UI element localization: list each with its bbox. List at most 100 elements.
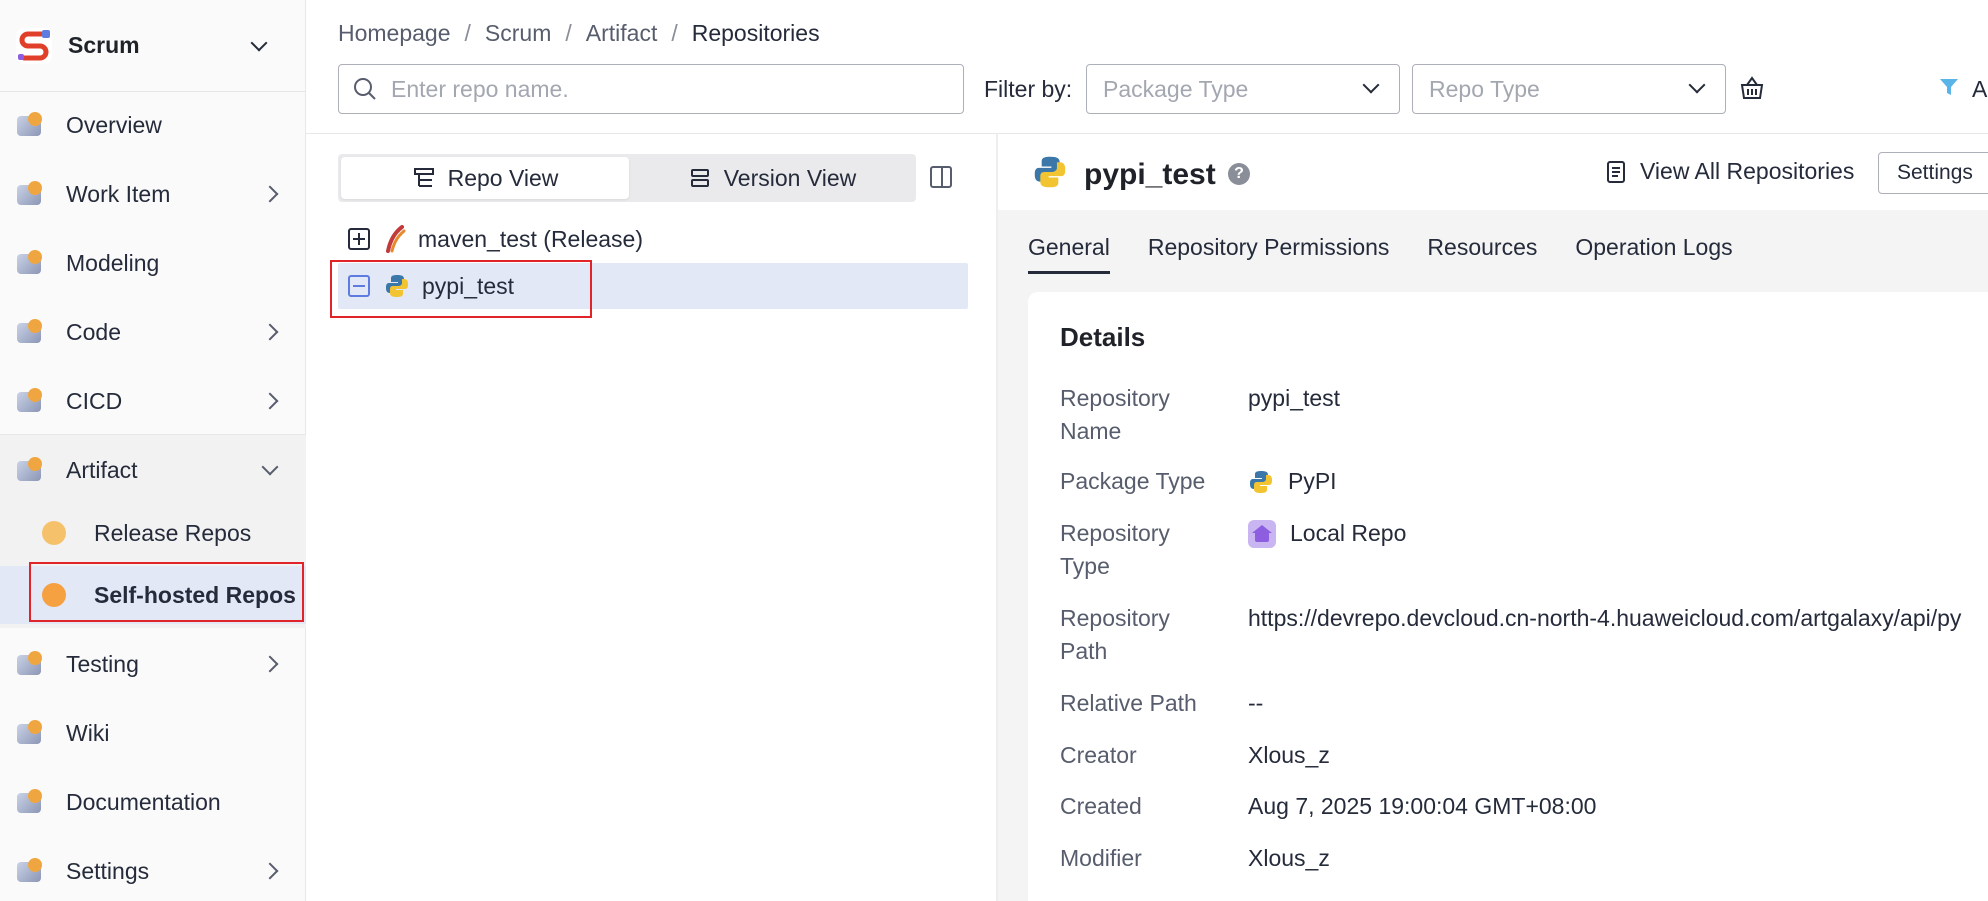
sidebar-subitem-label: Self-hosted Repos (94, 581, 296, 608)
filter-label: Filter by: (984, 76, 1073, 102)
details-title: Details (1060, 322, 1146, 352)
breadcrumb-scrum[interactable]: Scrum (485, 20, 551, 47)
created-label: Created (1060, 793, 1142, 819)
tab-general[interactable]: General (1028, 234, 1110, 274)
project-switcher[interactable]: Scrum (0, 0, 305, 92)
package-type-placeholder: Package Type (1103, 75, 1249, 102)
python-icon (386, 275, 408, 297)
document-icon (1607, 160, 1625, 183)
repository-type-value: Local Repo (1248, 517, 1406, 550)
tab-operation-logs[interactable]: Operation Logs (1575, 234, 1732, 274)
modeling-icon (14, 248, 44, 278)
breadcrumb-repositories: Repositories (691, 20, 820, 46)
chevron-down-icon[interactable] (250, 34, 268, 51)
cicd-icon (14, 386, 44, 416)
repository-name-value: pypi_test (1248, 385, 1341, 411)
filter-funnel-icon[interactable] (1938, 76, 1960, 98)
view-all-repositories-link[interactable]: View All Repositories (1606, 158, 1854, 185)
sidebar-item-artifact[interactable]: Artifact (0, 438, 306, 502)
sidebar-item-label: Settings (66, 857, 150, 884)
label-line: Name (1060, 418, 1122, 444)
settings-button[interactable]: Settings (1878, 152, 1988, 194)
modifier-value: Xlous_z (1248, 845, 1330, 871)
breadcrumb-homepage[interactable]: Homepage (338, 20, 451, 47)
label-line: Path (1060, 638, 1108, 664)
maven-icon (386, 225, 406, 253)
view-toggle: Repo View Version View (338, 154, 916, 202)
sidebar-item-settings[interactable]: Settings (0, 839, 306, 901)
sidebar-item-label: Overview (66, 111, 162, 138)
detail-tabs: General Repository Permissions Resources… (1028, 234, 1733, 274)
repository-path-value[interactable]: https://devrepo.devcloud.cn-north-4.huaw… (1248, 602, 1961, 635)
sidebar-item-label: Modeling (66, 249, 160, 276)
package-type-select[interactable]: Package Type (1086, 64, 1400, 114)
sidebar-item-documentation[interactable]: Documentation (0, 770, 306, 834)
chevron-down-icon (261, 458, 279, 476)
repo-title: pypi_test (1084, 158, 1216, 191)
breadcrumb-artifact[interactable]: Artifact (586, 20, 658, 47)
sidebar-item-testing[interactable]: Testing (0, 632, 306, 696)
repo-view-button[interactable]: Repo View (341, 157, 629, 199)
sidebar-item-label: Documentation (66, 788, 221, 815)
sidebar-item-label: Testing (66, 650, 139, 677)
repo-search-box[interactable] (338, 64, 964, 114)
documentation-icon (14, 787, 44, 817)
sidebar-item-modeling[interactable]: Modeling (0, 231, 306, 295)
sidebar-item-overview[interactable]: Overview (0, 93, 306, 157)
collapse-panel-icon[interactable] (930, 166, 952, 188)
label-line: Repository (1060, 605, 1170, 631)
breadcrumb-separator: / (464, 20, 471, 46)
self-hosted-repos-icon (42, 583, 66, 607)
sidebar-item-work-item[interactable]: Work Item (0, 162, 306, 226)
sidebar-item-wiki[interactable]: Wiki (0, 701, 306, 765)
advanced-filter-label[interactable]: A (1972, 76, 1987, 103)
scrum-logo-icon (16, 27, 52, 64)
sidebar-subitem-release-repos[interactable]: Release Repos (0, 504, 306, 562)
label-line: Repository (1060, 385, 1170, 411)
tab-resources[interactable]: Resources (1427, 234, 1537, 274)
label-line: Repository (1060, 520, 1170, 546)
sidebar-item-label: Artifact (66, 456, 138, 483)
repo-type-select[interactable]: Repo Type (1412, 64, 1726, 114)
tree-row-maven-test[interactable]: maven_test (Release) (338, 216, 968, 262)
settings-icon (14, 856, 44, 886)
label-line: Type (1060, 553, 1110, 579)
repository-type-label: Repository Type (1060, 517, 1210, 583)
chevron-right-icon (261, 392, 279, 410)
release-repos-icon (42, 521, 66, 545)
search-icon (354, 78, 376, 100)
tree-row-pypi-test[interactable]: pypi_test (338, 263, 968, 309)
repo-view-label: Repo View (447, 164, 559, 191)
version-view-button[interactable]: Version View (628, 157, 916, 199)
breadcrumb: Homepage / Scrum / Artifact / Repositori… (338, 20, 820, 47)
sidebar: Scrum Overview Work Item Modeling Code C… (0, 0, 306, 901)
view-all-label: View All Repositories (1640, 158, 1855, 184)
chevron-right-icon (261, 185, 279, 203)
tab-repository-permissions[interactable]: Repository Permissions (1148, 234, 1390, 274)
local-repo-icon (1248, 519, 1276, 548)
code-icon (14, 317, 44, 347)
sidebar-item-label: Work Item (66, 180, 171, 207)
repo-view-icon (413, 168, 434, 187)
collapse-minus-icon[interactable] (348, 275, 370, 297)
chevron-down-icon (1362, 76, 1380, 94)
overview-icon (14, 110, 44, 140)
version-view-icon (690, 169, 709, 187)
wiki-icon (14, 718, 44, 748)
project-name: Scrum (68, 32, 140, 58)
sidebar-item-code[interactable]: Code (0, 300, 306, 364)
relative-path-value: -- (1248, 690, 1264, 716)
repository-path-label: Repository Path (1060, 602, 1210, 668)
sidebar-item-cicd[interactable]: CICD (0, 369, 306, 433)
creator-value: Xlous_z (1248, 742, 1330, 768)
chevron-right-icon (261, 323, 279, 341)
sidebar-subitem-self-hosted-repos[interactable]: Self-hosted Repos (0, 566, 306, 624)
help-icon[interactable]: ? (1228, 163, 1250, 185)
chevron-right-icon (261, 862, 279, 880)
chevron-right-icon (261, 655, 279, 673)
expand-plus-icon[interactable] (348, 228, 370, 250)
repo-search-input[interactable] (391, 75, 931, 103)
work-item-icon (14, 179, 44, 209)
package-type-label: Package Type (1060, 468, 1206, 494)
basket-icon[interactable] (1738, 74, 1766, 102)
